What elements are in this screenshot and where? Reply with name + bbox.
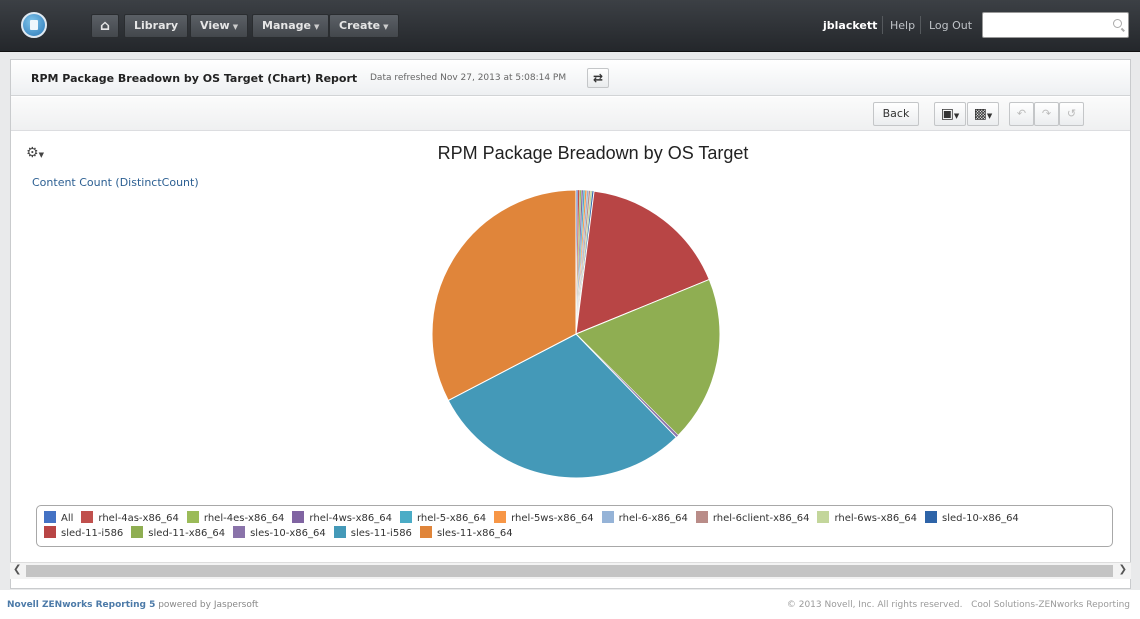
- powered-by: powered by Jaspersoft: [155, 600, 259, 610]
- legend-item[interactable]: sles-11-i586: [333, 526, 412, 541]
- scrollbar-thumb[interactable]: [26, 565, 1113, 577]
- legend-item[interactable]: sles-10-x86_64: [233, 526, 326, 541]
- chart-legend: All rhel-4as-x86_64 rhel-4es-x86_64 rhel-4w…: [36, 505, 1113, 547]
- legend-swatch: [925, 511, 937, 523]
- legend-item[interactable]: rhel-5ws-x86_64: [494, 511, 594, 526]
- legend-label: rhel-6-x86_64: [618, 513, 688, 524]
- footer-product: Novell ZENworks Reporting 5 powered by J…: [7, 600, 258, 610]
- legend-swatch: [44, 511, 56, 523]
- legend-swatch: [817, 511, 830, 523]
- legend-item[interactable]: sled-11-x86_64: [131, 526, 225, 541]
- legend-swatch: [399, 511, 412, 523]
- legend-label: rhel-6ws-x86_64: [834, 513, 917, 524]
- legend-item[interactable]: rhel-5-x86_64: [399, 511, 487, 526]
- legend-swatch: [233, 526, 246, 538]
- legend-label: rhel-5-x86_64: [416, 513, 487, 524]
- legend-label: rhel-6client-x86_64: [712, 513, 810, 524]
- legend-swatch: [81, 511, 94, 523]
- legend-swatch: [186, 511, 199, 523]
- legend-swatch: [419, 526, 432, 538]
- legend-label: sles-11-x86_64: [436, 528, 513, 539]
- footer: Novell ZENworks Reporting 5 powered by J…: [0, 590, 1140, 619]
- legend-swatch: [44, 526, 56, 538]
- legend-swatch: [695, 511, 708, 523]
- legend-item[interactable]: rhel-4ws-x86_64: [292, 511, 392, 526]
- legend-label: All: [61, 513, 74, 524]
- legend-swatch: [292, 511, 305, 523]
- copyright: © 2013 Novell, Inc. All rights reserved.: [786, 600, 963, 610]
- horizontal-scrollbar[interactable]: ❮ ❯: [10, 562, 1131, 579]
- legend-item[interactable]: sled-11-i586: [44, 526, 123, 541]
- legend-label: sled-10-x86_64: [942, 513, 1019, 524]
- scroll-right-icon[interactable]: ❯: [1119, 564, 1127, 575]
- product-name: Novell ZENworks Reporting 5: [7, 600, 156, 610]
- legend-swatch: [333, 526, 346, 538]
- legend-swatch: [131, 526, 144, 538]
- legend-label: sled-11-i586: [61, 528, 124, 539]
- legend-item[interactable]: sled-10-x86_64: [925, 511, 1019, 526]
- legend-item[interactable]: sles-11-x86_64: [419, 526, 513, 541]
- legend-item[interactable]: rhel-6client-x86_64: [695, 511, 810, 526]
- legend-swatch: [494, 511, 507, 523]
- legend-item[interactable]: rhel-6ws-x86_64: [817, 511, 917, 526]
- legend-label: rhel-4es-x86_64: [203, 513, 285, 524]
- legend-item[interactable]: rhel-6-x86_64: [601, 511, 688, 526]
- legend-label: sles-11-i586: [350, 528, 412, 539]
- legend-label: sled-11-x86_64: [148, 528, 226, 539]
- legend-item[interactable]: rhel-4as-x86_64: [81, 511, 179, 526]
- legend-item[interactable]: All: [44, 511, 73, 526]
- legend-label: rhel-4ws-x86_64: [309, 513, 392, 524]
- legend-label: sles-10-x86_64: [250, 528, 326, 539]
- legend-label: rhel-5ws-x86_64: [511, 513, 594, 524]
- cool-solutions-link[interactable]: Cool Solutions-ZENworks Reporting: [971, 600, 1130, 610]
- scroll-left-icon[interactable]: ❮: [13, 564, 21, 575]
- legend-swatch: [601, 511, 614, 523]
- legend-label: rhel-4as-x86_64: [98, 513, 179, 524]
- legend-item[interactable]: rhel-4es-x86_64: [186, 511, 285, 526]
- footer-right: © 2013 Novell, Inc. All rights reserved.…: [787, 600, 1130, 610]
